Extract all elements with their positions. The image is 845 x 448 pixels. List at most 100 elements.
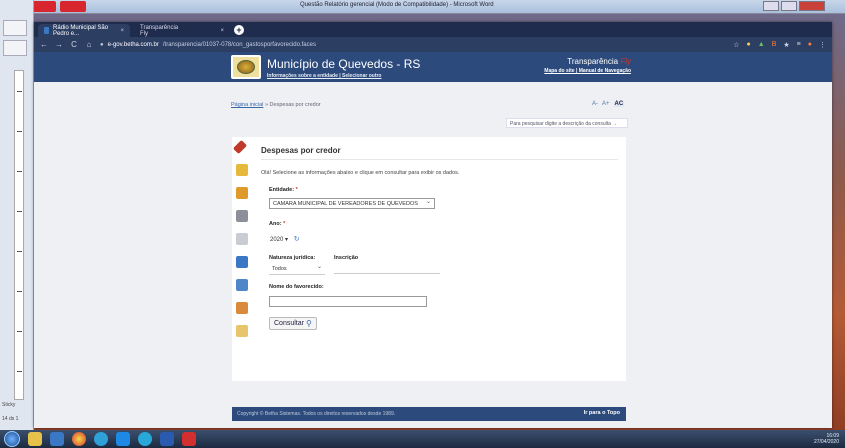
tab-radio[interactable]: Rádio Municipal São Pedro e... ×	[38, 24, 130, 37]
reading-list-icon[interactable]: ≡	[797, 41, 801, 49]
people-icon[interactable]	[236, 302, 248, 314]
word-ribbon-button[interactable]	[3, 40, 27, 56]
bookmark-star-icon[interactable]: ☆	[733, 41, 739, 49]
inscricao-label: Inscrição	[334, 255, 359, 261]
pin-icon[interactable]	[232, 139, 248, 155]
natureza-label: Natureza jurídica:	[269, 255, 316, 261]
office-tab[interactable]	[60, 1, 86, 12]
window-controls	[763, 1, 825, 11]
home-button[interactable]: ⌂	[85, 40, 93, 49]
taskbar: 16:09 27/04/2020	[0, 430, 845, 448]
ano-label: Ano: *	[269, 221, 286, 227]
profile-avatar[interactable]: ●	[808, 41, 812, 49]
query-panel: Despesas por credor Olá! Selecione as in…	[232, 137, 626, 381]
vertical-ruler	[14, 70, 24, 400]
browser-toolbar: ← → C ⌂ ● e-gov.betha.com.br/transparenc…	[34, 37, 832, 52]
word-title: Questão Relatório gerencial (Modo de Com…	[300, 2, 494, 8]
extension-icon[interactable]: ★	[783, 41, 789, 49]
breadcrumb-current: Despesas por credor	[269, 102, 321, 108]
search-input[interactable]: Para pesquisar digite a descrição da con…	[506, 118, 628, 128]
extension-icon[interactable]: ▲	[758, 41, 765, 49]
money-bag-icon[interactable]	[236, 164, 248, 176]
close-tab-icon[interactable]: ×	[220, 28, 224, 34]
site-title: Município de Quevedos - RS	[267, 57, 421, 71]
chevron-down-icon: ▾	[285, 237, 289, 243]
word-ribbon-button[interactable]	[3, 20, 27, 36]
site-header: Município de Quevedos - RS Informações s…	[34, 52, 832, 82]
word-icon[interactable]	[160, 432, 174, 446]
close-tab-icon[interactable]: ×	[120, 28, 124, 34]
main-content: Página inicial » Despesas por credor A- …	[34, 82, 832, 428]
entidade-label: Entidade: *	[269, 187, 298, 193]
globe-icon[interactable]	[236, 256, 248, 268]
media-icon[interactable]	[50, 432, 64, 446]
messenger-icon[interactable]	[138, 432, 152, 446]
reload-button[interactable]: C	[70, 40, 78, 49]
browser-icon[interactable]	[94, 432, 108, 446]
consultar-button[interactable]: Consultar ⚲	[269, 317, 317, 330]
nome-favorecido-input[interactable]	[269, 296, 427, 307]
extension-icon[interactable]: B	[772, 41, 777, 49]
sticky-label: Sticky	[2, 402, 16, 408]
pdf-icon[interactable]	[182, 432, 196, 446]
font-increase-button[interactable]: A+	[602, 101, 610, 107]
word-title-bar: Questão Relatório gerencial (Modo de Com…	[0, 0, 845, 14]
url-path: /transparencia/01037-078/con_gastosporfa…	[162, 41, 316, 48]
tab-label: Transparência Fly	[140, 24, 179, 37]
coins-icon[interactable]	[236, 187, 248, 199]
skype-icon[interactable]	[116, 432, 130, 446]
extension-icon[interactable]: ●	[747, 41, 751, 49]
help-links[interactable]: Mapa do site | Manual de Navegação	[544, 68, 631, 74]
municipality-logo[interactable]	[231, 55, 261, 79]
tab-label: Rádio Municipal São Pedro e...	[53, 24, 109, 37]
word-side-strip: Sticky 14 ds 1	[0, 0, 34, 430]
address-bar[interactable]: ● e-gov.betha.com.br/transparencia/01037…	[100, 42, 316, 48]
nome-label: Nome do favorecido:	[269, 284, 324, 290]
tab-strip: Rádio Municipal São Pedro e... × Transpa…	[34, 22, 832, 37]
site-footer: Copyright © Betha Sistemas. Todos os dir…	[232, 407, 626, 421]
url-host: e-gov.betha.com.br	[107, 41, 159, 48]
explorer-icon[interactable]	[28, 432, 42, 446]
entidade-select[interactable]: CAMARA MUNICIPAL DE VEREADORES DE QUEVED…	[269, 198, 435, 209]
search-icon: ⚲	[305, 319, 312, 328]
back-button[interactable]: ←	[40, 40, 48, 49]
favicon-icon	[44, 27, 50, 34]
back-to-top-link[interactable]: Ir para o Topo	[584, 410, 620, 416]
report-icon[interactable]	[236, 325, 248, 337]
system-tray: 16:09 27/04/2020	[814, 433, 839, 445]
forward-button[interactable]: →	[55, 40, 63, 49]
entity-links[interactable]: Informações sobre a entidade | Seleciona…	[267, 73, 382, 79]
inscricao-input[interactable]	[334, 265, 440, 274]
tools-icon[interactable]	[236, 233, 248, 245]
copyright: Copyright © Betha Sistemas. Todos os dir…	[237, 411, 396, 417]
font-decrease-button[interactable]: A-	[592, 101, 598, 107]
extensions-area: ☆ ● ▲ B ★ ≡ ● ⋮	[733, 41, 826, 49]
start-button[interactable]	[4, 431, 20, 447]
crest-icon	[237, 60, 255, 74]
transparencia-brand: Transparência Fly	[567, 57, 631, 66]
refresh-icon[interactable]: ↻	[294, 236, 300, 243]
clock-date: 27/04/2020	[813, 439, 839, 445]
chrome-icon[interactable]	[72, 432, 86, 446]
breadcrumb: Página inicial » Despesas por credor	[231, 102, 321, 108]
new-tab-button[interactable]: +	[234, 25, 244, 35]
sticky-date: 14 ds 1	[2, 416, 19, 422]
divider	[261, 159, 618, 160]
instructions: Olá! Selecione as informações abaixo e c…	[261, 170, 460, 176]
page-title: Despesas por credor	[261, 146, 341, 155]
menu-icon[interactable]: ⋮	[819, 41, 826, 49]
font-controls: A- A+ AC	[592, 101, 625, 107]
breadcrumb-home[interactable]: Página inicial	[231, 102, 263, 108]
menu-icons	[232, 139, 252, 348]
minimize-button[interactable]	[763, 1, 779, 11]
browser-window: Rádio Municipal São Pedro e... × Transpa…	[34, 22, 832, 428]
ano-select[interactable]: 2020 ▾ ↻	[270, 235, 300, 243]
secure-icon: ●	[100, 41, 104, 48]
close-button[interactable]	[799, 1, 825, 11]
contrast-button[interactable]: AC	[613, 101, 625, 107]
building-icon[interactable]	[236, 210, 248, 222]
maximize-button[interactable]	[781, 1, 797, 11]
tab-transparencia[interactable]: Transparência Fly ×	[134, 24, 230, 37]
natureza-select[interactable]: Todos	[269, 263, 325, 275]
document-icon[interactable]	[236, 279, 248, 291]
